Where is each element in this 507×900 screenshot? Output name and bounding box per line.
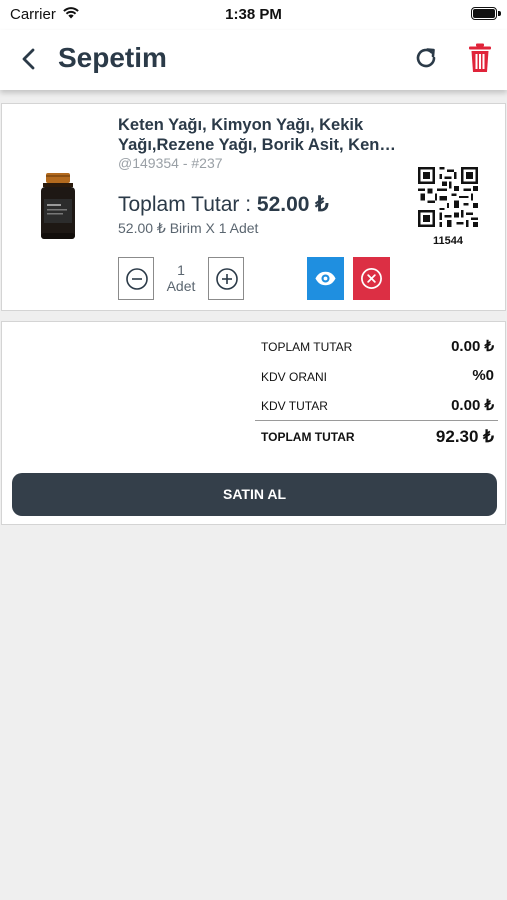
item-total: Toplam Tutar : 52.00 ₺ [118, 192, 329, 217]
quantity-unit: Adet [166, 278, 196, 294]
trash-icon[interactable] [465, 42, 495, 74]
summary-value: 0.00 ₺ [451, 397, 494, 414]
quantity-display: 1 Adet [154, 262, 208, 294]
qr-code-icon [418, 167, 478, 227]
status-bar: Carrier 1:38 PM [0, 0, 507, 30]
buy-button[interactable]: SATIN AL [12, 473, 497, 516]
battery-icon [471, 7, 497, 20]
summary-row-tax-rate: KDV ORANI %0 [255, 366, 498, 388]
item-total-value: 52.00 ₺ [256, 193, 329, 216]
summary-value: 0.00 ₺ [451, 338, 494, 355]
product-name[interactable]: Keten Yağı, Kimyon Yağı, Kekik Yağı,Reze… [118, 115, 398, 155]
eye-icon [315, 271, 336, 286]
item-total-label: Toplam Tutar : [118, 193, 257, 216]
grand-total-label: TOPLAM TUTAR [261, 430, 355, 444]
grand-total-value: 92.30 ₺ [435, 427, 494, 446]
summary-row-grand-total: TOPLAM TUTAR 92.30 ₺ [255, 426, 498, 448]
summary-label: KDV TUTAR [261, 399, 328, 413]
quantity-value: 1 [177, 262, 185, 278]
summary-label: TOPLAM TUTAR [261, 340, 353, 354]
plus-circle-icon [216, 268, 238, 290]
view-product-button[interactable] [307, 257, 344, 300]
minus-circle-icon [126, 268, 148, 290]
unit-price-line: 52.00 ₺ Birim X 1 Adet [118, 220, 259, 236]
increase-quantity-button[interactable] [208, 257, 244, 300]
cart-item: Keten Yağı, Kimyon Yağı, Kekik Yağı,Reze… [1, 103, 506, 311]
decrease-quantity-button[interactable] [118, 257, 154, 300]
summary-label: KDV ORANI [261, 370, 328, 384]
nav-bar: Sepetim [0, 30, 507, 90]
summary-divider [255, 420, 498, 421]
page-title: Sepetim [58, 42, 167, 73]
product-code: @149354 - #237 [118, 155, 223, 171]
summary-row-subtotal: TOPLAM TUTAR 0.00 ₺ [255, 336, 498, 358]
refresh-icon[interactable] [411, 43, 441, 73]
back-chevron-icon[interactable] [14, 44, 44, 74]
qr-code-id: 11544 [433, 235, 463, 247]
product-image[interactable] [38, 173, 78, 241]
order-summary: TOPLAM TUTAR 0.00 ₺ KDV ORANI %0 KDV TUT… [1, 321, 506, 525]
remove-item-button[interactable] [353, 257, 390, 300]
summary-row-tax-amount: KDV TUTAR 0.00 ₺ [255, 395, 498, 417]
close-circle-icon [361, 268, 382, 289]
summary-value: %0 [472, 367, 494, 384]
battery-tip [498, 11, 501, 16]
clock: 1:38 PM [225, 6, 282, 23]
